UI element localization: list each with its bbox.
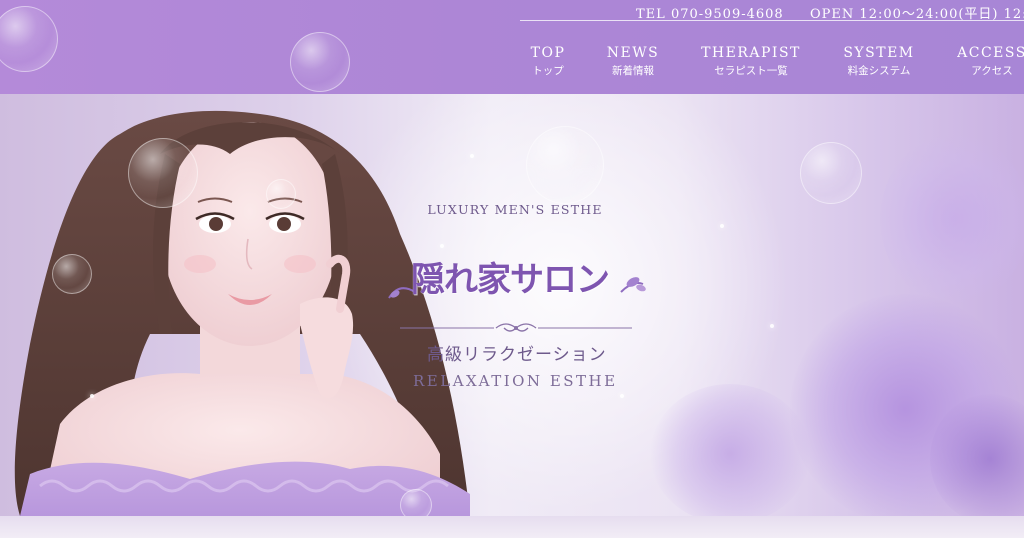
open-label: OPEN [810, 7, 855, 22]
nav-item-access[interactable]: ACCESS アクセス [952, 44, 1024, 79]
sparkle [770, 324, 774, 328]
hero-banner: LUXURY MEN'S ESTHE 隠れ家サロン 高級リラクゼーション REL… [0, 94, 1024, 516]
nav-label-jp: アクセス [971, 65, 1013, 77]
opening-hours: 12:00～24:00(平日) 12:0 [859, 7, 1024, 22]
subtitle-english: RELAXATION ESTHE [413, 372, 618, 390]
nav-item-top[interactable]: TOP トップ [520, 44, 576, 79]
nav-item-therapist[interactable]: THERAPIST セラピスト一覧 [697, 44, 805, 79]
bubble-decoration [800, 142, 862, 204]
nav-item-news[interactable]: NEWS 新着情報 [600, 44, 666, 79]
nav-label-jp: トップ [532, 65, 564, 77]
page-bottom-band [0, 516, 1024, 538]
ornamental-divider-icon [400, 323, 632, 332]
nav-label-jp: 料金システム [847, 65, 911, 77]
nav-label-jp: 新着情報 [612, 65, 654, 77]
tagline: LUXURY MEN'S ESTHE [427, 202, 603, 217]
flower-decoration [880, 134, 1024, 304]
tel-label: TEL [636, 7, 666, 22]
nav-label-jp: セラピスト一覧 [714, 65, 788, 77]
tel-number[interactable]: 070-9509-4608 [671, 7, 784, 22]
subtitle-japanese: 高級リラクゼーション [427, 345, 607, 365]
bubble-decoration [526, 126, 604, 204]
nav-label-en: ACCESS [957, 45, 1024, 61]
contact-info: TEL 070-9509-4608 OPEN 12:00～24:00(平日) 1… [636, 3, 1024, 22]
logo[interactable]: 隠れ家サロン [385, 252, 647, 314]
sparkle [620, 394, 624, 398]
nav-label-en: THERAPIST [701, 45, 801, 61]
nav-label-en: SYSTEM [843, 45, 915, 61]
sparkle [470, 154, 474, 158]
sparkle [440, 244, 444, 248]
main-nav: TOP トップ NEWS 新着情報 THERAPIST セラピスト一覧 SYST… [0, 44, 1024, 84]
nav-label-en: TOP [530, 45, 566, 61]
site-header: TEL 070-9509-4608 OPEN 12:00～24:00(平日) 1… [0, 0, 1024, 94]
sparkle [720, 224, 724, 228]
bubble-decoration [52, 254, 92, 294]
logo-text: 隠れ家サロン [411, 260, 610, 300]
sparkle [90, 394, 94, 398]
flower-decoration [650, 384, 810, 516]
bubble-decoration [400, 489, 432, 516]
bubble-decoration [128, 138, 198, 208]
nav-item-system[interactable]: SYSTEM 料金システム [836, 44, 922, 79]
bubble-decoration [266, 179, 296, 209]
nav-label-en: NEWS [606, 45, 660, 61]
